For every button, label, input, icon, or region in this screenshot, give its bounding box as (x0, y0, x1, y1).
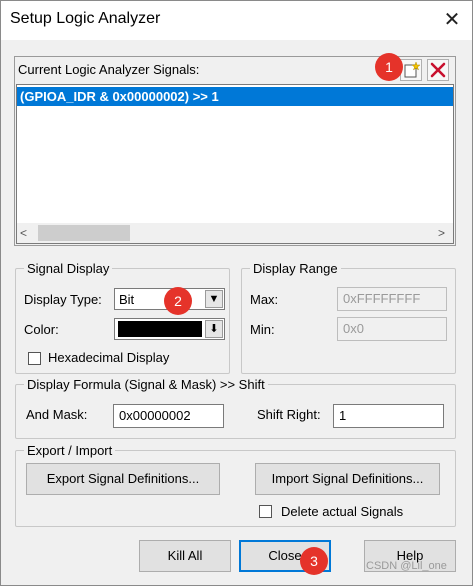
max-label: Max: (250, 292, 279, 307)
shift-right-input[interactable]: 1 (333, 404, 444, 428)
scroll-left-icon[interactable]: < (20, 226, 27, 240)
signals-listbox[interactable] (16, 84, 454, 244)
export-import-legend: Export / Import (24, 443, 116, 458)
scroll-right-icon[interactable]: > (438, 226, 445, 240)
color-select[interactable]: ⬇ (114, 318, 225, 340)
annotation-marker-1: 1 (375, 53, 403, 81)
delete-signal-icon (430, 62, 446, 78)
annotation-marker-3: 3 (300, 547, 328, 575)
kill-all-button[interactable]: Kill All (139, 540, 231, 572)
signals-label: Current Logic Analyzer Signals: (18, 62, 200, 77)
watermark: CSDN @Lil_one (366, 560, 447, 572)
and-mask-label: And Mask: (26, 407, 88, 422)
delete-signals-checkbox[interactable] (259, 505, 272, 518)
new-signal-button[interactable] (400, 59, 422, 81)
display-type-label: Display Type: (24, 292, 102, 307)
dropdown-arrow-icon[interactable]: ▼ (205, 290, 223, 308)
hex-display-label: Hexadecimal Display (48, 350, 170, 365)
hex-display-checkbox[interactable] (28, 352, 41, 365)
list-item[interactable]: (GPIOA_IDR & 0x00000002) >> 1 (17, 87, 453, 106)
and-mask-input[interactable]: 0x00000002 (113, 404, 224, 428)
delete-signal-button[interactable] (427, 59, 449, 81)
window-title: Setup Logic Analyzer (10, 10, 161, 27)
display-type-value: Bit (119, 292, 135, 307)
import-signals-button[interactable]: Import Signal Definitions... (255, 463, 440, 495)
max-input: 0xFFFFFFFF (337, 287, 447, 311)
close-window-icon[interactable]: ✕ (438, 6, 466, 34)
dropdown-arrow-icon[interactable]: ⬇ (205, 320, 223, 338)
display-formula-legend: Display Formula (Signal & Mask) >> Shift (24, 377, 268, 392)
color-swatch (118, 321, 202, 337)
scroll-thumb[interactable] (38, 225, 130, 241)
annotation-marker-2: 2 (164, 287, 192, 315)
signal-display-legend: Signal Display (24, 261, 113, 276)
display-range-legend: Display Range (250, 261, 341, 276)
min-label: Min: (250, 322, 275, 337)
delete-signals-label: Delete actual Signals (281, 504, 404, 519)
shift-right-label: Shift Right: (257, 407, 321, 422)
min-input: 0x0 (337, 317, 447, 341)
export-signals-button[interactable]: Export Signal Definitions... (26, 463, 220, 495)
new-signal-icon (404, 61, 421, 78)
color-label: Color: (24, 322, 59, 337)
